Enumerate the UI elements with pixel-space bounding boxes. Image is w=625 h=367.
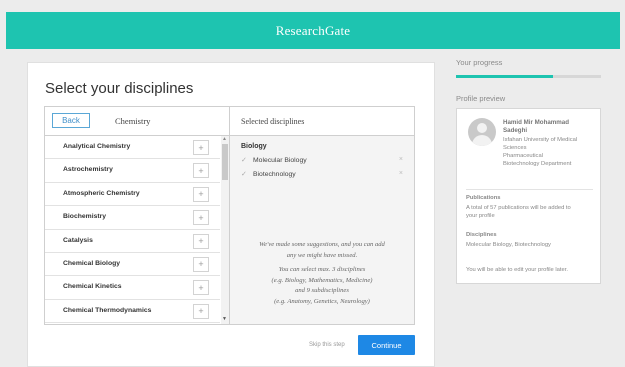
- back-button[interactable]: Back: [52, 113, 90, 128]
- progress-panel: Your progress Profile preview: [456, 58, 601, 103]
- page-title: Select your disciplines: [45, 80, 194, 97]
- selected-item-label: Molecular Biology: [253, 157, 307, 164]
- profile-name-line: Sadeghi: [503, 127, 528, 134]
- profile-info-line: Isfahan University of Medical: [503, 137, 578, 143]
- profile-preview-label: Profile preview: [456, 94, 506, 103]
- discipline-list: Analytical Chemistry + Astrochemistry + …: [45, 136, 220, 324]
- remove-icon[interactable]: ×: [399, 156, 403, 163]
- discipline-label: Chemical Kinetics: [63, 283, 122, 291]
- skip-step-link[interactable]: Skip this step: [309, 342, 345, 348]
- avatar-body-shape: [472, 135, 492, 146]
- scroll-down-arrow-icon[interactable]: ▼: [222, 316, 227, 322]
- limit-line: You can select max. 3 disciplines: [278, 266, 366, 273]
- progress-bar: [456, 75, 601, 78]
- avatar: [468, 118, 496, 146]
- check-icon: ✓: [241, 171, 247, 178]
- progress-bar-fill: [456, 75, 554, 78]
- discipline-label: Chemical Biology: [63, 259, 121, 267]
- disciplines-title: Disciplines: [466, 232, 497, 238]
- avatar-head-shape: [477, 123, 487, 133]
- list-item[interactable]: Chemical Thermodynamics +: [45, 300, 220, 324]
- add-discipline-button[interactable]: +: [193, 210, 209, 226]
- selected-group-title: Biology: [241, 143, 267, 150]
- category-title: Chemistry: [115, 116, 151, 126]
- add-discipline-button[interactable]: +: [193, 163, 209, 179]
- add-discipline-button[interactable]: +: [193, 256, 209, 272]
- profile-divider: [466, 189, 593, 190]
- publications-title: Publications: [466, 195, 501, 201]
- selected-disciplines-pane: Selected disciplines Biology ✓ Molecular…: [230, 107, 414, 324]
- discipline-picker: Back Chemistry Analytical Chemistry + As…: [44, 106, 415, 325]
- profile-institution: Isfahan University of Medical Sciences P…: [503, 136, 597, 168]
- discipline-label: Catalysis: [63, 236, 93, 244]
- add-discipline-button[interactable]: +: [193, 186, 209, 202]
- publications-line: A total of 57 publications will be added…: [466, 205, 571, 211]
- suggestion-line: any we might have missed.: [286, 251, 358, 259]
- suggestion-note: We've made some suggestions, and you can…: [236, 240, 408, 307]
- list-item[interactable]: Astrochemistry +: [45, 159, 220, 183]
- list-item[interactable]: Catalysis +: [45, 230, 220, 253]
- profile-info-line: Biotechnology Department: [503, 161, 572, 167]
- limit-line: and 9 subdisciplines: [295, 287, 349, 294]
- discipline-list-pane: Back Chemistry Analytical Chemistry + As…: [45, 107, 230, 324]
- selected-item: ✓ Molecular Biology ×: [241, 156, 403, 168]
- add-discipline-button[interactable]: +: [193, 280, 209, 296]
- discipline-label: Chemical Thermodynamics: [63, 306, 152, 314]
- list-item[interactable]: Chemical Biology +: [45, 253, 220, 277]
- limit-line: (e.g. Anatomy, Genetics, Neurology): [274, 297, 370, 305]
- list-scrollbar[interactable]: ▲ ▼: [221, 136, 229, 324]
- list-item[interactable]: Atmospheric Chemistry +: [45, 183, 220, 207]
- publications-line: your profile: [466, 213, 495, 219]
- profile-info-line: Sciences: [503, 145, 527, 151]
- profile-preview-card: Hamid Mir Mohammad Sadeghi Isfahan Unive…: [456, 108, 601, 284]
- top-bar: ResearchGate: [6, 12, 620, 49]
- selected-disciplines-header: Selected disciplines: [230, 107, 414, 136]
- suggestion-line: We've made some suggestions, and you can…: [259, 241, 385, 248]
- scroll-thumb[interactable]: [222, 144, 228, 180]
- profile-info-line: Pharmaceutical: [503, 153, 543, 159]
- selected-disciplines-title: Selected disciplines: [241, 117, 305, 126]
- continue-button[interactable]: Continue: [358, 335, 415, 355]
- progress-label: Your progress: [456, 58, 503, 67]
- discipline-label: Astrochemistry: [63, 166, 113, 174]
- discipline-label: Biochemistry: [63, 213, 107, 221]
- discipline-card: Select your disciplines Back Chemistry A…: [27, 62, 435, 367]
- limit-line: (e.g. Biology, Mathematics, Medicine): [271, 276, 373, 284]
- discipline-label: Atmospheric Chemistry: [63, 189, 140, 197]
- publications-text: A total of 57 publications will be added…: [466, 204, 593, 220]
- add-discipline-button[interactable]: +: [193, 140, 209, 155]
- check-icon: ✓: [241, 157, 247, 164]
- profile-name-line: Hamid Mir Mohammad: [503, 119, 570, 126]
- brand-logo-text[interactable]: ResearchGate: [276, 23, 351, 39]
- list-item[interactable]: Analytical Chemistry +: [45, 136, 220, 160]
- list-item[interactable]: Biochemistry +: [45, 206, 220, 230]
- discipline-list-header: Back Chemistry: [45, 107, 230, 136]
- profile-name: Hamid Mir Mohammad Sadeghi: [503, 119, 597, 135]
- add-discipline-button[interactable]: +: [193, 303, 209, 319]
- selected-item: ✓ Biotechnology ×: [241, 170, 403, 182]
- selected-item-label: Biotechnology: [253, 171, 296, 178]
- remove-icon[interactable]: ×: [399, 170, 403, 177]
- add-discipline-button[interactable]: +: [193, 233, 209, 249]
- disciplines-text: Molecular Biology, Biotechnology: [466, 242, 551, 248]
- scroll-up-arrow-icon[interactable]: ▲: [222, 136, 227, 142]
- list-item[interactable]: Chemical Kinetics +: [45, 276, 220, 300]
- discipline-label: Analytical Chemistry: [63, 143, 131, 150]
- edit-profile-note: You will be able to edit your profile la…: [466, 267, 568, 273]
